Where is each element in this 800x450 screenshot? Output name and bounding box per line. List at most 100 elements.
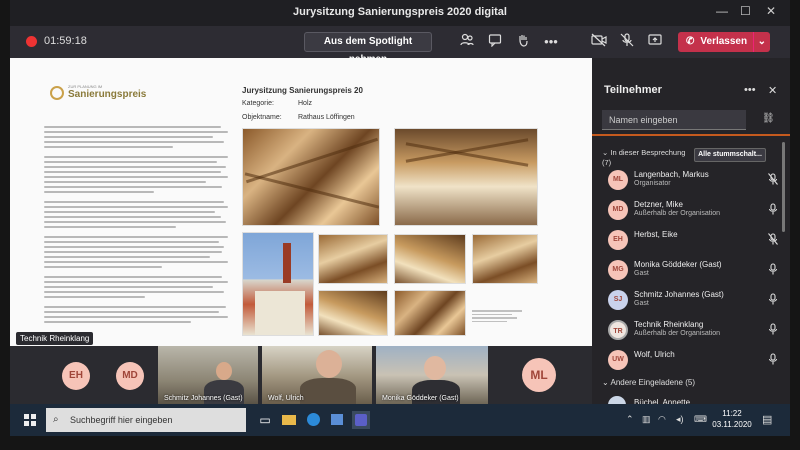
mic-off-icon[interactable]: [768, 233, 778, 247]
avatar: MG: [608, 260, 628, 280]
participant-row[interactable]: MD Detzner, Mike Außerhalb der Organisatio…: [602, 198, 778, 222]
participant-row[interactable]: UW Wolf, Ulrich: [602, 348, 778, 372]
wifi-icon[interactable]: ◠: [658, 414, 666, 425]
mic-icon[interactable]: [768, 293, 778, 307]
task-view-icon[interactable]: ▭: [256, 411, 274, 429]
leave-label: Verlassen: [700, 36, 748, 47]
section-in-meeting[interactable]: ⌄ In dieser Besprechung (7): [602, 148, 692, 168]
avatar: UW: [608, 350, 628, 370]
sanierungspreis-logo: ZUR PLANUNG IM Sanierungspreis: [50, 84, 146, 104]
close-icon[interactable]: ✕: [766, 4, 776, 18]
section-label: In dieser Besprechung: [610, 148, 686, 157]
photo-town-hall: [242, 232, 314, 336]
mic-icon[interactable]: [768, 203, 778, 217]
edge-icon[interactable]: [304, 411, 322, 429]
participant-name: Schmitz Johannes (Gast): [634, 290, 724, 299]
video-tile[interactable]: Schmitz Johannes (Gast): [158, 346, 258, 404]
meeting-toolbar: 01:59:18 Aus dem Spotlight nehmen ••• ✆ V…: [10, 26, 790, 65]
participant-role: Organisator: [634, 180, 671, 187]
photo-beams-6: [394, 290, 466, 336]
window-title: Jurysitzung Sanierungspreis 2020 digital: [293, 6, 507, 18]
category-label: Kategorie:: [242, 100, 274, 107]
network-icon[interactable]: ▥: [642, 414, 651, 425]
minimize-icon[interactable]: —: [716, 4, 728, 18]
clock-date: 03.11.2020: [712, 420, 752, 429]
volume-icon[interactable]: ◂): [676, 414, 684, 425]
scrollbar[interactable]: [782, 142, 785, 232]
object-label: Objektname:: [242, 114, 282, 121]
participant-name: Herbst, Eike: [634, 230, 678, 239]
more-options-icon[interactable]: •••: [744, 84, 756, 96]
avatar[interactable]: ML: [522, 358, 556, 392]
video-tile-name: Schmitz Johannes (Gast): [164, 395, 243, 402]
section-count: (7): [602, 158, 612, 167]
chat-icon[interactable]: [486, 33, 504, 51]
object-value: Rathaus Löffingen: [298, 114, 355, 121]
close-icon[interactable]: ✕: [768, 84, 777, 97]
file-explorer-icon[interactable]: [280, 411, 298, 429]
language-icon[interactable]: ⌨: [694, 414, 707, 425]
leave-button[interactable]: ✆ Verlassen ⌄: [678, 32, 770, 52]
photo-roof-truss-1: [242, 128, 380, 226]
video-tile[interactable]: Monika Göddeker (Gast): [376, 346, 488, 404]
maximize-icon[interactable]: ☐: [740, 4, 751, 18]
meeting-timer: 01:59:18: [44, 35, 87, 47]
more-options-icon[interactable]: •••: [542, 33, 560, 51]
avatar: SJ: [608, 290, 628, 310]
avatar: MD: [608, 200, 628, 220]
photo-beams-5: [318, 290, 388, 336]
logo-mark-icon: [50, 86, 64, 100]
taskbar-search-input[interactable]: ⌕ Suchbegriff hier eingeben: [46, 408, 246, 432]
chevron-down-icon[interactable]: ⌄: [752, 32, 766, 52]
avatar[interactable]: MD: [116, 362, 144, 390]
mic-icon[interactable]: [768, 323, 778, 337]
photo-attic-room: [394, 128, 538, 226]
avatar: TR: [608, 320, 628, 340]
document-title: Jurysitzung Sanierungspreis 20: [242, 86, 363, 95]
chevron-up-icon[interactable]: ⌃: [626, 414, 634, 425]
participant-row[interactable]: ML Langenbach, Markus Organisator: [602, 168, 778, 192]
participants-icon[interactable]: [458, 33, 476, 51]
participant-search-input[interactable]: Namen eingeben: [602, 110, 746, 130]
clock-time: 11:22: [722, 409, 742, 418]
camera-off-icon[interactable]: [590, 33, 608, 51]
participant-name: Detzner, Mike: [634, 200, 683, 209]
participant-name: Technik Rheinklang: [634, 320, 704, 329]
teams-icon[interactable]: [352, 411, 370, 429]
windows-start-icon[interactable]: [24, 414, 36, 426]
category-value: Holz: [298, 100, 313, 107]
mic-off-icon[interactable]: [618, 33, 636, 51]
mic-icon[interactable]: [768, 263, 778, 277]
remove-spotlight-button[interactable]: Aus dem Spotlight nehmen: [304, 32, 432, 65]
store-icon[interactable]: [328, 411, 346, 429]
notification-icon[interactable]: ▤: [762, 413, 772, 426]
participant-name: Langenbach, Markus: [634, 170, 709, 179]
participant-name: Wolf, Ulrich: [634, 350, 675, 359]
participants-panel: Teilnehmer ••• ✕ Namen eingeben ⛓ ⌄ In d…: [592, 58, 790, 414]
participant-row[interactable]: EH Herbst, Eike: [602, 228, 778, 252]
participant-row[interactable]: SJ Schmitz Johannes (Gast) Gast: [602, 288, 778, 312]
participant-name: Monika Göddeker (Gast): [634, 260, 722, 269]
avatar[interactable]: EH: [62, 362, 90, 390]
taskbar-clock[interactable]: 11:22 03.11.2020: [712, 408, 752, 430]
participant-row[interactable]: TR Technik Rheinklang Außerhalb der Organi…: [602, 318, 778, 342]
divider: [592, 134, 790, 136]
link-icon[interactable]: ⛓: [762, 113, 775, 124]
participant-role: Gast: [634, 270, 649, 277]
section-label: Andere Eingeladene (5): [610, 378, 695, 387]
raise-hand-icon[interactable]: [514, 33, 532, 51]
video-tile[interactable]: Wolf, Ulrich: [262, 346, 372, 404]
panel-title: Teilnehmer: [604, 84, 662, 96]
section-other-invited[interactable]: ⌄ Andere Eingeladene (5): [602, 378, 695, 387]
mute-all-button[interactable]: Alle stummschalt...: [694, 148, 766, 162]
participant-row[interactable]: MG Monika Göddeker (Gast) Gast: [602, 258, 778, 282]
mic-off-icon[interactable]: [768, 173, 778, 187]
avatar: ML: [608, 170, 628, 190]
recording-icon: [26, 36, 37, 47]
participant-role: Gast: [634, 300, 649, 307]
photo-caption: [472, 310, 522, 324]
mic-icon[interactable]: [768, 353, 778, 367]
share-screen-icon[interactable]: [646, 33, 664, 51]
teams-window: Jurysitzung Sanierungspreis 2020 digital…: [10, 0, 790, 436]
video-strip: EH MD Schmitz Johannes (Gast) Wolf, Ulri…: [10, 346, 592, 404]
